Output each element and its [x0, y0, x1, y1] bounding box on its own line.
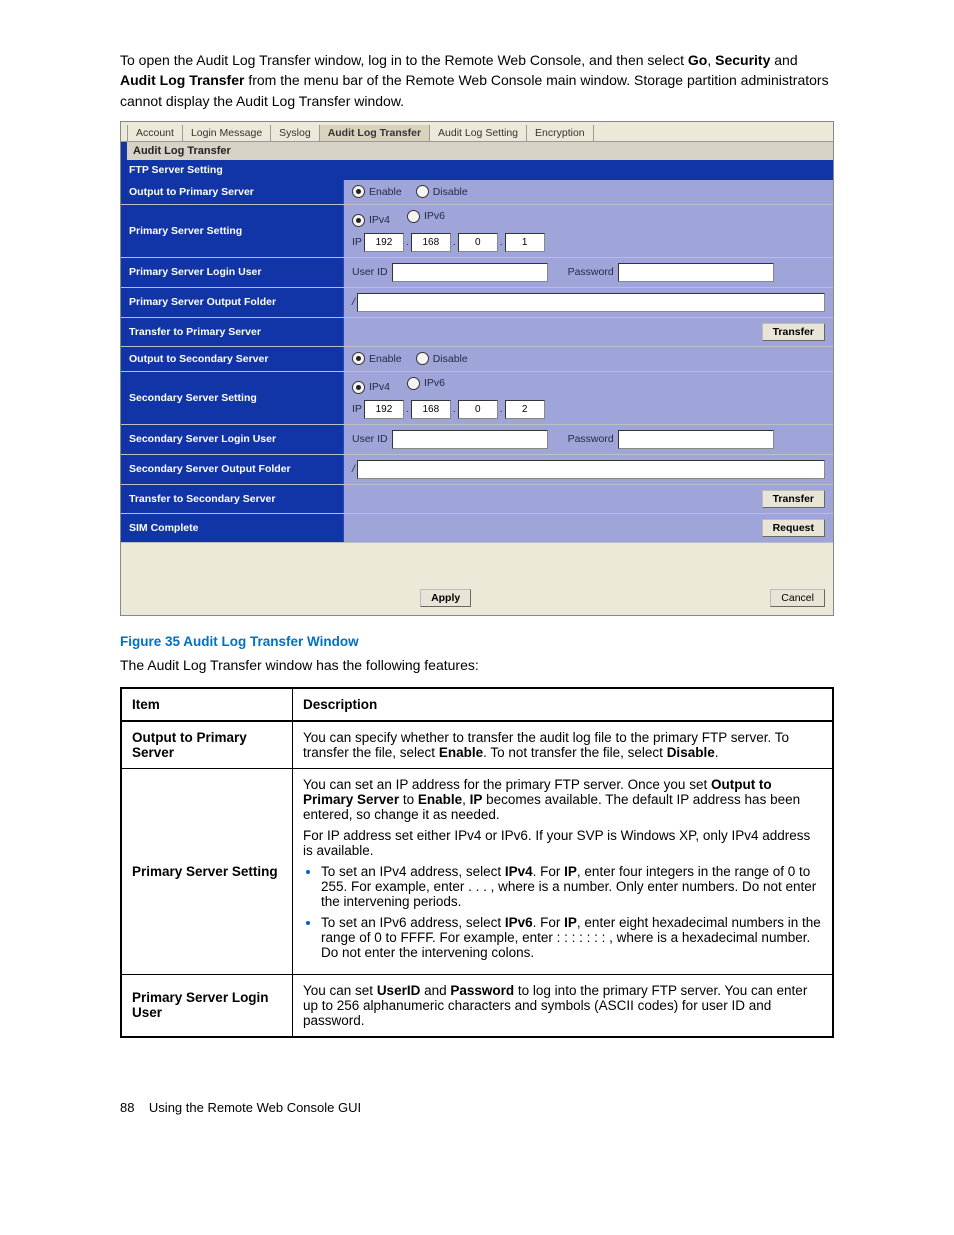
label-primary-login: Primary Server Login User: [121, 258, 344, 287]
primary-password-input[interactable]: [618, 263, 774, 282]
secondary-ip-seg-4[interactable]: [505, 400, 545, 419]
tab-encryption[interactable]: Encryption: [527, 125, 594, 141]
row1-desc: You can specify whether to transfer the …: [293, 721, 834, 769]
audit-log-transfer-screenshot: Account Login Message Syslog Audit Log T…: [120, 121, 834, 616]
row3-item: Primary Server Login User: [121, 974, 293, 1037]
secondary-ip-seg-3[interactable]: [458, 400, 498, 419]
transfer-primary-button[interactable]: Transfer: [762, 323, 825, 341]
radio-secondary-enable[interactable]: Enable: [352, 352, 402, 365]
tab-audit-log-setting[interactable]: Audit Log Setting: [430, 125, 527, 141]
tab-syslog[interactable]: Syslog: [271, 125, 320, 141]
request-button[interactable]: Request: [762, 519, 825, 537]
label-secondary-folder: Secondary Server Output Folder: [121, 455, 344, 484]
description-table: Item Description Output to Primary Serve…: [120, 687, 834, 1038]
radio-secondary-disable[interactable]: Disable: [416, 352, 468, 365]
intro-paragraph: To open the Audit Log Transfer window, l…: [120, 50, 834, 111]
primary-userid-input[interactable]: [392, 263, 548, 282]
label-primary-folder: Primary Server Output Folder: [121, 288, 344, 317]
row1-item: Output to Primary Server: [121, 721, 293, 769]
label-transfer-primary: Transfer to Primary Server: [121, 318, 344, 346]
primary-ip-seg-4[interactable]: [505, 233, 545, 252]
radio-primary-enable[interactable]: Enable: [352, 185, 402, 198]
label-secondary-setting: Secondary Server Setting: [121, 372, 344, 424]
primary-ip-seg-2[interactable]: [411, 233, 451, 252]
tab-audit-log-transfer[interactable]: Audit Log Transfer: [320, 125, 430, 141]
row2-item: Primary Server Setting: [121, 768, 293, 974]
panel-title: Audit Log Transfer: [121, 142, 833, 160]
apply-button[interactable]: Apply: [420, 589, 471, 607]
figure-followup: The Audit Log Transfer window has the fo…: [120, 657, 834, 673]
tab-strip: Account Login Message Syslog Audit Log T…: [121, 122, 833, 142]
row3-desc: You can set UserID and Password to log i…: [293, 974, 834, 1037]
radio-primary-ipv4[interactable]: IPv4: [352, 214, 390, 227]
primary-ip-seg-1[interactable]: [364, 233, 404, 252]
primary-folder-input[interactable]: [357, 293, 825, 312]
label-output-secondary: Output to Secondary Server: [121, 347, 344, 371]
secondary-password-input[interactable]: [618, 430, 774, 449]
figure-caption: Figure 35 Audit Log Transfer Window: [120, 634, 834, 649]
radio-primary-ipv6[interactable]: IPv6: [407, 210, 445, 223]
transfer-secondary-button[interactable]: Transfer: [762, 490, 825, 508]
radio-secondary-ipv4[interactable]: IPv4: [352, 381, 390, 394]
tab-login-message[interactable]: Login Message: [183, 125, 271, 141]
col-item: Item: [121, 688, 293, 721]
section-ftp-server-setting: FTP Server Setting: [121, 160, 833, 180]
slash-icon: /: [352, 463, 355, 475]
tab-account[interactable]: Account: [127, 125, 183, 141]
cancel-button[interactable]: Cancel: [770, 589, 825, 607]
label-primary-setting: Primary Server Setting: [121, 205, 344, 257]
label-secondary-login: Secondary Server Login User: [121, 425, 344, 454]
page-footer: 88 Using the Remote Web Console GUI: [120, 1100, 834, 1115]
secondary-folder-input[interactable]: [357, 460, 825, 479]
row2-desc: You can set an IP address for the primar…: [293, 768, 834, 974]
secondary-ip-seg-1[interactable]: [364, 400, 404, 419]
label-output-primary: Output to Primary Server: [121, 180, 344, 204]
secondary-userid-input[interactable]: [392, 430, 548, 449]
primary-ip-seg-3[interactable]: [458, 233, 498, 252]
col-description: Description: [293, 688, 834, 721]
slash-icon: /: [352, 296, 355, 308]
radio-secondary-ipv6[interactable]: IPv6: [407, 377, 445, 390]
label-transfer-secondary: Transfer to Secondary Server: [121, 485, 344, 513]
secondary-ip-seg-2[interactable]: [411, 400, 451, 419]
radio-primary-disable[interactable]: Disable: [416, 185, 468, 198]
label-sim-complete: SIM Complete: [121, 514, 344, 542]
